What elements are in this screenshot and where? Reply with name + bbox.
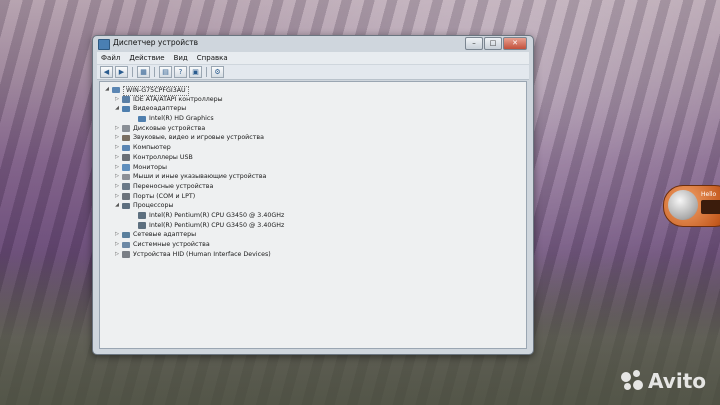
expand-arrow-icon[interactable]: ▷ [114,143,120,153]
menu-view[interactable]: Вид [174,54,188,62]
display-adapter-icon [122,105,130,113]
back-icon[interactable]: ◀ [100,66,113,78]
device-label: Мониторы [133,163,167,171]
device-label: IDE ATA/ATAPI контроллеры [133,95,223,103]
device-label: Переносные устройства [133,182,214,190]
avito-logo-icon [621,370,644,392]
gadget-knob-icon [668,190,698,220]
expand-arrow-icon[interactable]: ▷ [114,250,120,260]
minimize-button[interactable]: – [465,37,483,50]
avito-text: Avito [648,369,706,393]
toolbar-separator [206,67,207,77]
device-label: Видеоадаптеры [133,105,187,113]
toolbar: ◀ ▶ ▦ ▤ ? ▣ ⚙ [97,65,529,80]
device-label: Intel(R) Pentium(R) CPU G3450 @ 3.40GHz [149,211,285,219]
device-manager-window: Диспетчер устройств – □ ✕ Файл Действие … [92,35,534,355]
portable-device-icon [122,183,130,190]
network-icon [122,231,130,239]
expand-arrow-icon[interactable]: ▷ [114,133,120,143]
processor-icon [122,202,130,210]
window-title: Диспетчер устройств [113,38,199,47]
device-label: Порты (COM и LPT) [133,192,196,200]
close-button[interactable]: ✕ [503,37,527,50]
device-label: Звуковые, видео и игровые устройства [133,134,264,142]
device-label: Intel(R) HD Graphics [149,115,214,123]
device-label: Компьютер [133,144,171,152]
forward-icon[interactable]: ▶ [115,66,128,78]
disk-drive-icon [122,125,130,132]
expand-arrow-icon[interactable]: ▷ [114,95,120,105]
avito-watermark: Avito [621,369,706,393]
mouse-icon [122,173,130,181]
device-tree-panel: ◢ WIN-G75CPFGI3AU ▷ IDE ATA/ATAPI контрол… [99,81,527,349]
device-label: Сетевые адаптеры [133,231,197,239]
system-device-icon [122,241,130,248]
device-manager-icon [98,39,110,50]
window-controls: – □ ✕ [465,37,527,50]
menu-help[interactable]: Справка [197,54,228,62]
processor-icon [138,212,146,219]
monitor-icon [122,164,130,171]
collapse-arrow-icon[interactable]: ◢ [114,201,120,211]
device-icon[interactable]: ⚙ [211,66,224,78]
usb-icon [122,154,130,161]
title-bar[interactable]: Диспетчер устройств – □ ✕ [93,36,533,52]
expand-arrow-icon[interactable]: ▷ [114,192,120,202]
scan-hardware-icon[interactable]: ▣ [189,66,202,78]
processor-icon [138,222,146,229]
collapse-arrow-icon[interactable]: ◢ [114,104,120,114]
toolbar-separator [154,67,155,77]
ide-controller-icon [122,96,130,103]
computer-icon [122,144,130,152]
computer-icon [112,86,120,93]
hid-icon [122,251,130,258]
menu-file[interactable]: Файл [101,54,120,62]
expand-arrow-icon[interactable]: ▷ [114,124,120,134]
device-label: Процессоры [133,202,174,210]
expand-arrow-icon[interactable]: ▷ [114,172,120,182]
expand-arrow-icon[interactable]: ▷ [114,163,120,173]
menu-bar: Файл Действие Вид Справка [97,52,529,64]
device-label: Мыши и иные указывающие устройства [133,173,267,181]
gadget-text: Hello [701,191,717,198]
device-label: Устройства HID (Human Interface Devices) [133,250,271,258]
expand-arrow-icon[interactable]: ▷ [114,240,120,250]
gadget-screen [701,200,720,214]
properties-icon[interactable]: ▤ [159,66,172,78]
expand-arrow-icon[interactable]: ▷ [114,153,120,163]
expand-arrow-icon[interactable]: ▷ [114,230,120,240]
sound-icon [122,134,130,142]
device-label: Дисковые устройства [133,124,206,132]
desktop-gadget[interactable]: Hello [663,185,720,227]
collapse-arrow-icon[interactable]: ◢ [104,85,110,95]
toolbar-separator [132,67,133,77]
port-icon [122,193,130,200]
device-label: Контроллеры USB [133,153,193,161]
maximize-button[interactable]: □ [484,37,502,50]
help-icon[interactable]: ? [174,66,187,78]
display-adapter-icon [138,115,146,123]
menu-action[interactable]: Действие [129,54,164,62]
device-label: Intel(R) Pentium(R) CPU G3450 @ 3.40GHz [149,221,285,229]
expand-arrow-icon[interactable]: ▷ [114,182,120,192]
device-label: Системные устройства [133,241,210,248]
tree-view-icon[interactable]: ▦ [137,66,150,78]
